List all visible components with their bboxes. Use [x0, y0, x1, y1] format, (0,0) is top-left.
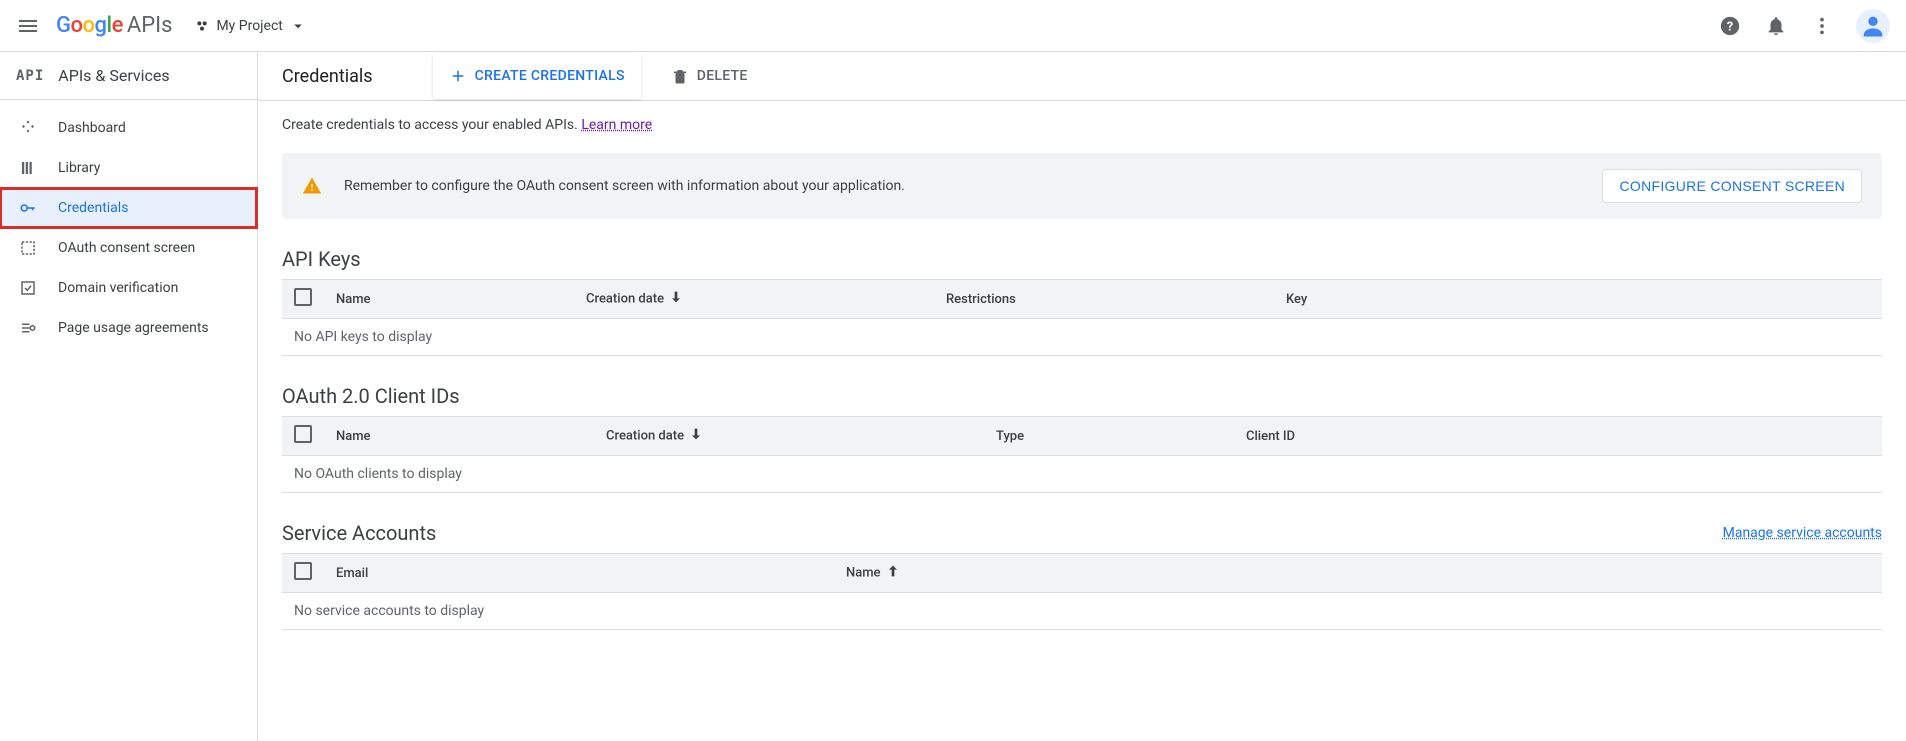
api-keys-title: API Keys [282, 247, 1882, 271]
apis-label: APIs [127, 13, 173, 38]
api-keys-empty: No API keys to display [282, 319, 1882, 356]
delete-button[interactable]: DELETE [659, 59, 760, 93]
col-name[interactable]: Name [324, 417, 594, 456]
sidebar-item-library[interactable]: Library [0, 148, 257, 188]
service-accounts-title: Service Accounts [282, 521, 436, 545]
service-accounts-table: Email Name No service accounts to displa… [282, 553, 1882, 630]
col-type[interactable]: Type [984, 417, 1234, 456]
sidebar-item-dashboard[interactable]: Dashboard [0, 108, 257, 148]
sidebar-item-page-usage[interactable]: Page usage agreements [0, 308, 257, 348]
top-bar: Google APIs My Project ? [0, 0, 1906, 52]
api-keys-table: Name Creation date Restrictions Key No A… [282, 279, 1882, 356]
sort-desc-icon [668, 289, 684, 309]
consent-icon [18, 238, 38, 258]
notifications-icon[interactable] [1764, 14, 1788, 38]
sort-desc-icon [688, 426, 704, 446]
main: Credentials CREATE CREDENTIALS DELETE Cr… [258, 52, 1906, 741]
caret-down-icon [289, 17, 307, 35]
oauth-section: OAuth 2.0 Client IDs Name Creation date … [282, 384, 1882, 493]
topbar-right: ? [1718, 9, 1890, 43]
trash-icon [671, 67, 689, 85]
select-all-checkbox[interactable] [294, 562, 312, 580]
col-creation-date[interactable]: Creation date [594, 417, 984, 456]
warning-icon [302, 176, 322, 196]
create-credentials-label: CREATE CREDENTIALS [475, 68, 625, 84]
logo[interactable]: Google APIs [56, 13, 172, 38]
more-vert-icon[interactable] [1810, 14, 1834, 38]
delete-label: DELETE [697, 68, 748, 84]
service-accounts-empty: No service accounts to display [282, 593, 1882, 630]
col-restrictions[interactable]: Restrictions [934, 280, 1274, 319]
col-key[interactable]: Key [1274, 280, 1882, 319]
content: Create credentials to access your enable… [258, 101, 1906, 674]
svg-text:?: ? [1727, 19, 1733, 34]
user-avatar[interactable] [1856, 9, 1890, 43]
nav: Dashboard Library Credentials OAuth cons… [0, 100, 257, 348]
project-picker[interactable]: My Project [188, 13, 312, 39]
api-badge: API [16, 68, 44, 84]
help-icon[interactable]: ? [1718, 14, 1742, 38]
sidebar-item-label: Page usage agreements [58, 320, 209, 336]
intro-text: Create credentials to access your enable… [282, 117, 1882, 133]
sidebar-item-label: OAuth consent screen [58, 240, 195, 256]
key-icon [18, 198, 38, 218]
sidebar-title: APIs & Services [58, 66, 169, 85]
page-header: Credentials CREATE CREDENTIALS DELETE [258, 52, 1906, 101]
sidebar-item-label: Domain verification [58, 280, 178, 296]
learn-more-link[interactable]: Learn more [581, 117, 652, 133]
page-title: Credentials [282, 66, 373, 87]
project-name: My Project [216, 18, 282, 34]
oauth-empty: No OAuth clients to display [282, 456, 1882, 493]
alert-text: Remember to configure the OAuth consent … [344, 178, 1580, 194]
sidebar: API APIs & Services Dashboard Library Cr… [0, 52, 258, 741]
google-logo: Google [56, 13, 123, 38]
api-keys-section: API Keys Name Creation date Restrictions… [282, 247, 1882, 356]
sidebar-item-label: Credentials [58, 200, 128, 216]
sidebar-item-domain-verification[interactable]: Domain verification [0, 268, 257, 308]
layout: API APIs & Services Dashboard Library Cr… [0, 52, 1906, 741]
sidebar-item-label: Dashboard [58, 120, 126, 136]
dashboard-icon [18, 118, 38, 138]
create-credentials-button[interactable]: CREATE CREDENTIALS [433, 53, 641, 99]
sidebar-header: API APIs & Services [0, 52, 257, 100]
col-client-id[interactable]: Client ID [1234, 417, 1882, 456]
configure-consent-button[interactable]: CONFIGURE CONSENT SCREEN [1602, 169, 1862, 203]
col-name[interactable]: Name [834, 554, 1882, 593]
sidebar-item-label: Library [58, 160, 100, 176]
oauth-table: Name Creation date Type Client ID No OAu… [282, 416, 1882, 493]
sidebar-item-credentials[interactable]: Credentials [0, 188, 257, 228]
project-dots-icon [194, 18, 210, 34]
select-all-checkbox[interactable] [294, 288, 312, 306]
plus-icon [449, 67, 467, 85]
manage-service-accounts-link[interactable]: Manage service accounts [1723, 525, 1882, 541]
oauth-title: OAuth 2.0 Client IDs [282, 384, 1882, 408]
hamburger-menu-icon[interactable] [16, 14, 40, 38]
library-icon [18, 158, 38, 178]
intro-label: Create credentials to access your enable… [282, 117, 581, 133]
sidebar-item-oauth-consent[interactable]: OAuth consent screen [0, 228, 257, 268]
col-email[interactable]: Email [324, 554, 834, 593]
col-creation-date[interactable]: Creation date [574, 280, 934, 319]
consent-alert: Remember to configure the OAuth consent … [282, 153, 1882, 219]
col-name[interactable]: Name [324, 280, 574, 319]
sort-asc-icon [885, 563, 901, 583]
select-all-checkbox[interactable] [294, 425, 312, 443]
service-accounts-section: Service Accounts Manage service accounts… [282, 521, 1882, 630]
agreements-icon [18, 318, 38, 338]
verification-icon [18, 278, 38, 298]
